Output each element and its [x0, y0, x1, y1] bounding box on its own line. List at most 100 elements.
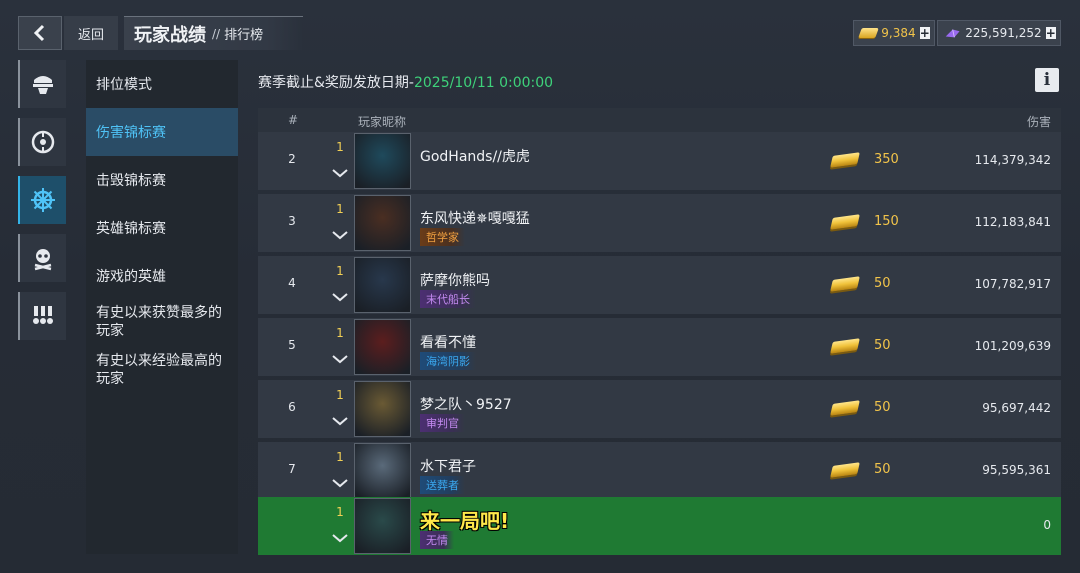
chevron-down-icon [332, 355, 348, 364]
category-helmet-button[interactable] [18, 60, 66, 108]
menu-item-damage-championship[interactable]: 伤害锦标赛 [86, 108, 238, 156]
chevron-down-icon [332, 534, 348, 543]
menu-item-ranked[interactable]: 排位模式 [86, 60, 238, 108]
season-info: 赛季截止&奖励发放日期-2025/10/11 0:00:00 [258, 72, 553, 92]
damage-value: 0 [1043, 518, 1051, 532]
target-icon [31, 130, 55, 154]
top-bar: 返回 玩家战绩 // 排行榜 [18, 16, 304, 50]
reward: 50 [830, 275, 891, 292]
damage-value: 112,183,841 [974, 215, 1051, 229]
player-name: 东风快递✵嘎嘎猛 [420, 211, 530, 227]
menu-item-most-experience[interactable]: 有史以来经验最高的玩家 [86, 348, 238, 396]
reward-amount: 50 [874, 400, 891, 415]
chevron-down-icon [332, 293, 348, 302]
reward-amount: 50 [874, 338, 891, 353]
avatar[interactable] [354, 381, 411, 437]
reward-amount: 350 [874, 152, 899, 167]
gold-bar-icon [830, 213, 860, 230]
category-icon-column [18, 60, 68, 350]
gold-currency: 9,384 + [853, 20, 935, 46]
chevron-left-icon [33, 24, 45, 42]
skull-crossbones-icon [34, 249, 52, 271]
row-rank: 5 [288, 338, 296, 352]
row-tier: 1 [336, 450, 344, 464]
gem-currency: 225,591,252 + [937, 20, 1061, 46]
back-button[interactable] [18, 16, 62, 50]
table-header: # 玩家昵称 伤害 [258, 108, 1061, 132]
leaderboard-menu: 排位模式 伤害锦标赛 击毁锦标赛 英雄锦标赛 游戏的英雄 有史以来获赞最多的玩家… [86, 60, 238, 554]
season-label: 赛季截止&奖励发放日期- [258, 75, 414, 91]
medals-icon [33, 306, 53, 324]
menu-item-most-liked[interactable]: 有史以来获赞最多的玩家 [86, 300, 238, 348]
category-medals-button[interactable] [18, 292, 66, 340]
info-icon: i [1043, 70, 1051, 90]
player-title-badge: 末代船长 [420, 290, 476, 308]
row-rank: 2 [288, 152, 296, 166]
table-row[interactable]: 6 1 梦之队丶9527 审判官 50 95,697,442 [258, 380, 1061, 438]
row-tier: 1 [336, 505, 344, 519]
row-rank: 3 [288, 214, 296, 228]
column-header-name: 玩家昵称 [358, 115, 407, 129]
gold-bar-icon [830, 399, 860, 416]
menu-item-hero-championship[interactable]: 英雄锦标赛 [86, 204, 238, 252]
row-tier: 1 [336, 140, 344, 154]
category-target-button[interactable] [18, 118, 66, 166]
player-name: 来一局吧! [420, 509, 510, 533]
table-row[interactable]: 7 1 水下君子 送葬者 50 95,595,361 [258, 442, 1061, 500]
column-header-rank: # [288, 113, 299, 127]
player-title-badge: 无情 [420, 531, 454, 549]
row-rank: 6 [288, 400, 296, 414]
page-subtitle: 排行榜 [224, 28, 264, 43]
player-title-badge: 送葬者 [420, 476, 465, 494]
column-header-damage: 伤害 [1026, 115, 1051, 129]
helmet-icon [33, 76, 53, 94]
player-title-badge: 哲学家 [420, 228, 465, 246]
page-title: 玩家战绩 [134, 24, 206, 46]
reward: 50 [830, 461, 891, 478]
row-tier: 1 [336, 388, 344, 402]
reward: 50 [830, 399, 891, 416]
add-gold-button[interactable]: + [919, 27, 930, 39]
avatar[interactable] [354, 195, 411, 251]
reward-amount: 150 [874, 214, 899, 229]
table-row[interactable]: 3 1 东风快递✵嘎嘎猛 哲学家 150 112,183,841 [258, 194, 1061, 252]
category-ship-wheel-button[interactable] [18, 176, 66, 224]
avatar[interactable] [354, 133, 411, 189]
gold-bar-icon [858, 28, 880, 38]
avatar[interactable] [354, 257, 411, 313]
gold-bar-icon [830, 461, 860, 478]
reward: 350 [830, 151, 899, 168]
gold-amount: 9,384 [881, 26, 916, 40]
avatar[interactable] [354, 498, 411, 554]
table-row[interactable]: 2 1 GodHands//虎虎 350 114,379,342 [258, 132, 1061, 190]
damage-value: 95,697,442 [982, 401, 1051, 415]
chevron-down-icon [332, 231, 348, 240]
chevron-down-icon [332, 169, 348, 178]
damage-value: 95,595,361 [982, 463, 1051, 477]
menu-item-kills-championship[interactable]: 击毁锦标赛 [86, 156, 238, 204]
add-gems-button[interactable]: + [1045, 27, 1056, 39]
table-row[interactable]: 4 1 萨摩你熊吗 末代船长 50 107,782,917 [258, 256, 1061, 314]
player-name: 水下君子 [420, 459, 476, 475]
ship-wheel-icon [31, 188, 55, 212]
gold-bar-icon [830, 275, 860, 292]
page-title-box: 玩家战绩 // 排行榜 [124, 16, 304, 50]
reward: 150 [830, 213, 899, 230]
info-button[interactable]: i [1035, 68, 1059, 92]
menu-item-game-heroes[interactable]: 游戏的英雄 [86, 252, 238, 300]
damage-value: 101,209,639 [974, 339, 1051, 353]
back-label[interactable]: 返回 [64, 16, 118, 50]
table-row[interactable]: 5 1 看看不懂 海湾阴影 50 101,209,639 [258, 318, 1061, 376]
player-name: 梦之队丶9527 [420, 397, 512, 413]
category-skull-button[interactable] [18, 234, 66, 282]
player-name: 萨摩你熊吗 [420, 273, 490, 289]
damage-value: 114,379,342 [974, 153, 1051, 167]
my-table-row[interactable]: 1 来一局吧! 无情 0 [258, 497, 1061, 555]
player-title-badge: 审判官 [420, 414, 465, 432]
avatar[interactable] [354, 443, 411, 499]
player-title-badge: 海湾阴影 [420, 352, 476, 370]
gem-amount: 225,591,252 [965, 26, 1042, 40]
avatar[interactable] [354, 319, 411, 375]
player-name: 看看不懂 [420, 335, 476, 351]
reward-amount: 50 [874, 462, 891, 477]
